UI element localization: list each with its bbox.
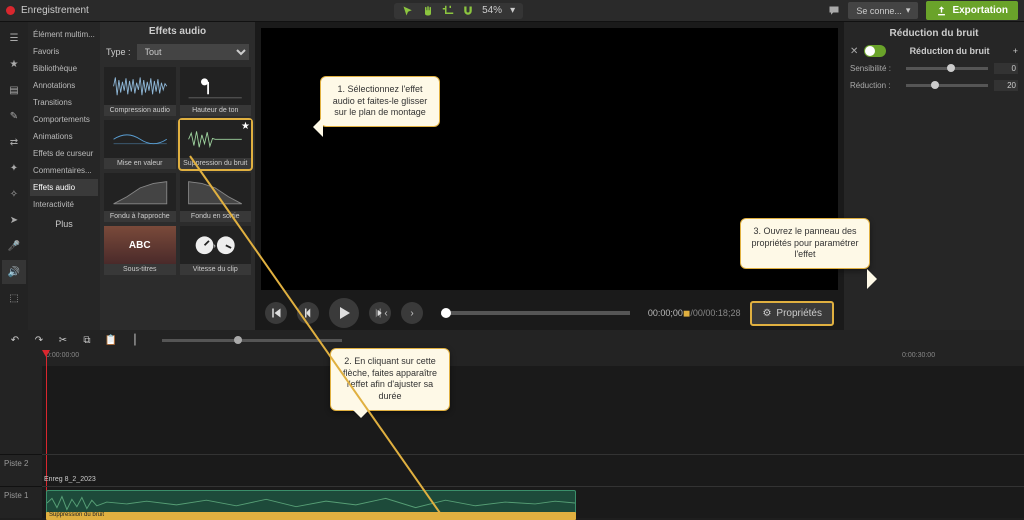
- tab-transitions-icon[interactable]: ⇄: [2, 130, 26, 154]
- effect-captions[interactable]: ABC Sous-titres: [104, 226, 176, 275]
- callout-1: 1. Sélectionnez l'effet audio et faites-…: [320, 76, 440, 127]
- sidebar: Élément multim... Favoris Bibliothèque A…: [28, 22, 100, 330]
- connect-button[interactable]: Se conne...▾: [848, 2, 918, 19]
- timeline-toolbar: ↶ ↷ ✂ ⧉ 📋 ⎮: [0, 330, 1024, 350]
- chevron-down-icon[interactable]: ▾: [510, 5, 515, 16]
- effect-noise-removal[interactable]: ★ Suppression du bruit: [180, 120, 252, 169]
- timeline: Piste 2 Piste 1 0:00:00:00 0:00:30:00 En…: [0, 350, 1024, 518]
- hand-icon[interactable]: [422, 5, 434, 17]
- split-button[interactable]: ⎮: [128, 333, 142, 347]
- tab-interactivity-icon[interactable]: ⬚: [2, 286, 26, 310]
- track-2-row[interactable]: [42, 454, 1024, 486]
- playback-controls: ‹ › 00:00;00◼/00/00:18;28 ⚙ Propriétés: [255, 296, 844, 330]
- effects-panel: Effets audio Type : Tout Compression aud…: [100, 22, 255, 330]
- sensitivity-label: Sensibilité :: [850, 64, 900, 73]
- tab-media-icon[interactable]: ☰: [2, 26, 26, 50]
- sidebar-item-comments[interactable]: Commentaires...: [30, 162, 98, 179]
- type-select[interactable]: Tout: [137, 44, 249, 60]
- comments-icon[interactable]: [828, 5, 840, 17]
- effect-pitch[interactable]: Hauteur de ton: [180, 67, 252, 116]
- effect-compression[interactable]: Compression audio: [104, 67, 176, 116]
- step-fwd-button[interactable]: ‹: [369, 302, 391, 324]
- tab-voice-icon[interactable]: 🎤: [2, 234, 26, 258]
- close-icon[interactable]: ✕: [850, 46, 858, 57]
- sensitivity-slider[interactable]: [906, 67, 988, 70]
- tab-animations-icon[interactable]: ✧: [2, 182, 26, 206]
- track-1-row[interactable]: Enreg 8_2_2023 Suppression du bruit: [42, 486, 1024, 518]
- magnet-icon[interactable]: [462, 5, 474, 17]
- sidebar-item-library[interactable]: Bibliothèque: [30, 60, 98, 77]
- effect-emphasize[interactable]: Mise en valeur: [104, 120, 176, 169]
- left-tab-strip: ☰ ★ ▤ ✎ ⇄ ✦ ✧ ➤ 🎤 🔊 ⬚: [0, 22, 28, 330]
- sidebar-item-media[interactable]: Élément multim...: [30, 26, 98, 43]
- reduction-label: Réduction :: [850, 81, 900, 90]
- tab-behaviors-icon[interactable]: ✦: [2, 156, 26, 180]
- play-button[interactable]: [329, 298, 359, 328]
- tab-library-icon[interactable]: ▤: [2, 78, 26, 102]
- props-section-label: Réduction du bruit: [892, 46, 1006, 56]
- sidebar-item-interactivity[interactable]: Interactivité: [30, 196, 98, 213]
- tab-favorites-icon[interactable]: ★: [2, 52, 26, 76]
- cursor-icon[interactable]: [402, 5, 414, 17]
- type-label: Type :: [106, 47, 131, 57]
- sensitivity-value[interactable]: 0: [994, 63, 1018, 74]
- effects-title: Effets audio: [100, 22, 255, 41]
- sidebar-item-animations[interactable]: Animations: [30, 128, 98, 145]
- paste-button[interactable]: 📋: [104, 333, 118, 347]
- props-title: Réduction du bruit: [850, 28, 1018, 39]
- undo-button[interactable]: ↶: [8, 333, 22, 347]
- effect-toggle[interactable]: [864, 45, 886, 57]
- sidebar-item-annotations[interactable]: Annotations: [30, 77, 98, 94]
- timecode: 00:00;00◼/00/00:18;28: [648, 308, 741, 319]
- seek-bar[interactable]: [441, 311, 630, 315]
- top-bar: Enregistrement 54% ▾ Se conne...▾ Export…: [0, 0, 1024, 22]
- export-button[interactable]: Exportation: [926, 1, 1018, 20]
- svg-text:›: ›: [213, 242, 216, 250]
- tab-cursor-icon[interactable]: ➤: [2, 208, 26, 232]
- crop-icon[interactable]: [442, 5, 454, 17]
- prev-clip-button[interactable]: [265, 302, 287, 324]
- chevron-down-icon: ▾: [906, 5, 911, 16]
- effect-clip-speed[interactable]: › Vitesse du clip: [180, 226, 252, 275]
- reduction-value[interactable]: 20: [994, 80, 1018, 91]
- copy-button[interactable]: ⧉: [80, 333, 94, 347]
- properties-button[interactable]: ⚙ Propriétés: [750, 301, 834, 326]
- record-dot-icon: [6, 6, 15, 15]
- tracks-area[interactable]: 0:00:00:00 0:00:30:00 Enreg 8_2_2023 Sup…: [42, 350, 1024, 518]
- zoom-percent[interactable]: 54%: [482, 5, 502, 16]
- track-label-2[interactable]: Piste 2: [0, 454, 42, 486]
- time-ruler[interactable]: 0:00:00:00 0:00:30:00: [42, 350, 1024, 366]
- sidebar-item-behaviors[interactable]: Comportements: [30, 111, 98, 128]
- callout-3: 3. Ouvrez le panneau des propriétés pour…: [740, 218, 870, 269]
- track-label-1[interactable]: Piste 1: [0, 486, 42, 518]
- tab-audiofx-icon[interactable]: 🔊: [2, 260, 26, 284]
- sidebar-item-transitions[interactable]: Transitions: [30, 94, 98, 111]
- tab-annotations-icon[interactable]: ✎: [2, 104, 26, 128]
- effect-fade-in[interactable]: Fondu à l'approche: [104, 173, 176, 222]
- star-icon: ★: [241, 121, 250, 132]
- clip-name: Enreg 8_2_2023: [44, 476, 96, 483]
- upload-icon: [936, 5, 947, 16]
- preview-area: ‹ › 00:00;00◼/00/00:18;28 ⚙ Propriétés: [255, 22, 844, 330]
- redo-button[interactable]: ↷: [32, 333, 46, 347]
- add-icon[interactable]: +: [1013, 46, 1018, 56]
- sidebar-item-audio-effects[interactable]: Effets audio: [30, 179, 98, 196]
- gear-icon: ⚙: [762, 308, 771, 319]
- sidebar-item-favorites[interactable]: Favoris: [30, 43, 98, 60]
- timeline-zoom-slider[interactable]: [162, 339, 342, 342]
- canvas-tools: 54% ▾: [394, 3, 523, 19]
- cut-button[interactable]: ✂: [56, 333, 70, 347]
- reduction-slider[interactable]: [906, 84, 988, 87]
- effect-strip[interactable]: Suppression du bruit: [46, 512, 576, 520]
- effect-fade-out[interactable]: Fondu en sortie: [180, 173, 252, 222]
- sidebar-more[interactable]: Plus: [30, 213, 98, 235]
- next-clip-button[interactable]: ›: [401, 302, 423, 324]
- record-label[interactable]: Enregistrement: [21, 5, 89, 16]
- sidebar-item-cursor-effects[interactable]: Effets de curseur: [30, 145, 98, 162]
